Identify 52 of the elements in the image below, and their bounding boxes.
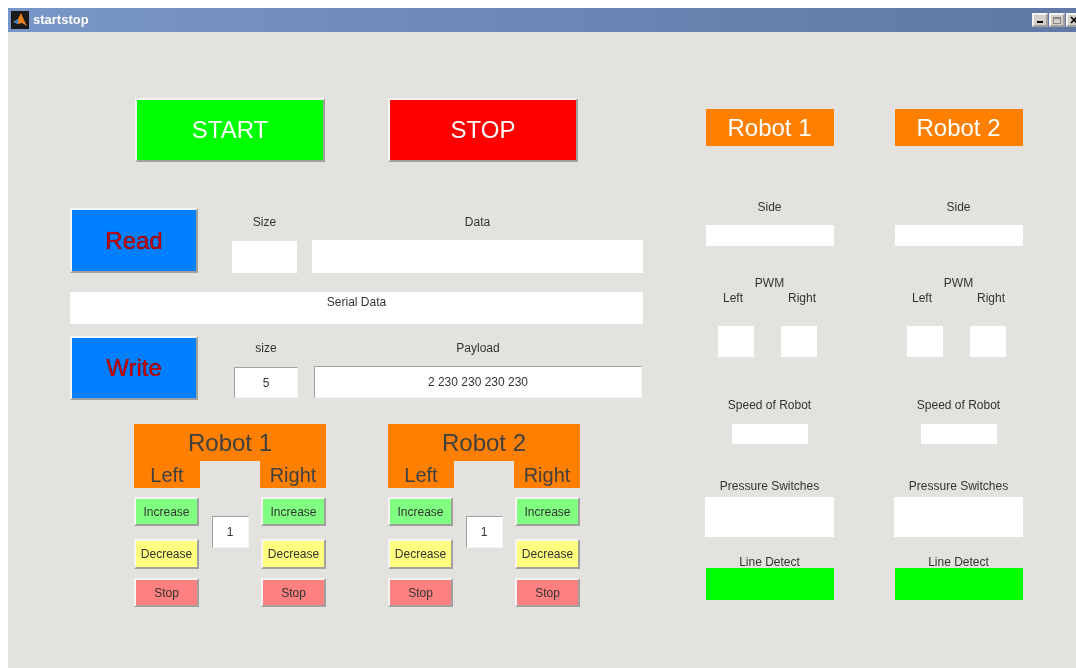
speed-label: Speed of Robot	[727, 398, 812, 412]
robot-title: Robot 2	[388, 424, 580, 461]
robot-title: Robot 1	[134, 424, 326, 461]
pwm-right-label: Right	[788, 291, 816, 305]
robot-title: Robot 2	[894, 109, 1023, 146]
right-label: Right	[260, 461, 326, 488]
pressure-switches-label: Pressure Switches	[908, 479, 1009, 493]
side-label: Side	[946, 200, 971, 214]
decrease-button[interactable]: Decrease	[134, 539, 199, 569]
decrease-button[interactable]: Decrease	[388, 539, 453, 569]
speed-label: Speed of Robot	[916, 398, 1001, 412]
right-label: Right	[514, 461, 580, 488]
window-title: startstop	[33, 11, 89, 30]
pwm-left-field	[907, 326, 943, 357]
robot-title: Robot 1	[705, 109, 834, 146]
side-label: Side	[757, 200, 782, 214]
pwm-left-field	[718, 326, 754, 357]
app-logo-icon	[11, 11, 29, 29]
stop-button[interactable]: Stop	[515, 578, 580, 607]
pwm-left-label: Left	[912, 291, 932, 305]
increase-button[interactable]: Increase	[261, 497, 326, 526]
stop-button[interactable]: Stop	[261, 578, 326, 607]
increase-button[interactable]: Increase	[388, 497, 453, 526]
line-detect-label: Line Detect	[739, 555, 800, 569]
minimize-button[interactable]	[1032, 13, 1048, 27]
pwm-right-label: Right	[977, 291, 1005, 305]
payload-label: Payload	[456, 341, 500, 355]
pwm-left-label: Left	[723, 291, 743, 305]
serial-data-field: Serial Data	[70, 292, 643, 324]
pressure-switches-label: Pressure Switches	[719, 479, 820, 493]
increase-button[interactable]: Increase	[134, 497, 199, 526]
step-field[interactable]: 1	[465, 516, 503, 548]
pwm-right-field	[781, 326, 817, 357]
increase-button[interactable]: Increase	[515, 497, 580, 526]
stop-button[interactable]: STOP	[388, 98, 578, 162]
size-field[interactable]: 5	[234, 367, 298, 398]
line-detect-label: Line Detect	[928, 555, 989, 569]
data-label: Data	[464, 215, 491, 229]
stop-button[interactable]: Stop	[134, 578, 199, 607]
decrease-button[interactable]: Decrease	[261, 539, 326, 569]
stop-button[interactable]: Stop	[388, 578, 453, 607]
left-label: Left	[134, 461, 200, 488]
size-label: size	[255, 341, 277, 355]
decrease-button[interactable]: Decrease	[515, 539, 580, 569]
left-label: Left	[388, 461, 454, 488]
pwm-label: PWM	[754, 276, 785, 290]
pwm-right-field	[970, 326, 1006, 357]
payload-field[interactable]: 2 230 230 230 230	[314, 366, 642, 398]
step-field[interactable]: 1	[211, 516, 249, 548]
size-field	[232, 241, 297, 273]
pwm-label: PWM	[943, 276, 974, 290]
size-label: Size	[252, 215, 277, 229]
